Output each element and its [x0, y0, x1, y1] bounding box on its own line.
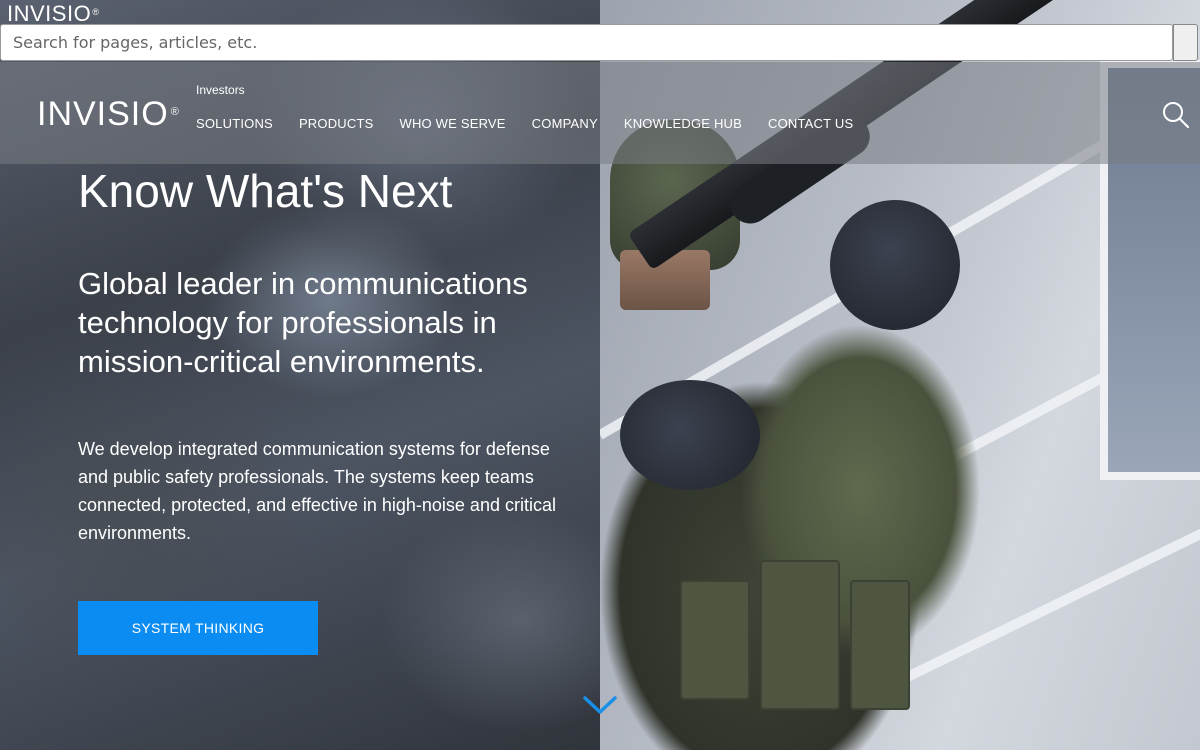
- main-navigation: SOLUTIONS PRODUCTS WHO WE SERVE COMPANY …: [196, 115, 879, 133]
- nav-item: KNOWLEDGE HUB: [624, 115, 768, 133]
- nav-link-contact-us[interactable]: CONTACT US: [768, 116, 853, 131]
- nav-item: PRODUCTS: [299, 115, 400, 133]
- nav-link-company[interactable]: COMPANY: [532, 116, 598, 131]
- hero-description: We develop integrated communication syst…: [78, 439, 556, 543]
- system-thinking-button[interactable]: SYSTEM THINKING: [78, 601, 318, 655]
- site-header: INVISIO ® Investors SOLUTIONS PRODUCTS WH…: [0, 62, 1200, 164]
- hero-subtitle: Global leader in communications technolo…: [78, 266, 528, 379]
- site-search-bar: INVISIO®: [0, 0, 1200, 62]
- vest-pouch: [760, 560, 840, 710]
- brand-logo-text: INVISIO: [37, 95, 169, 133]
- nav-link-who-we-serve[interactable]: WHO WE SERVE: [400, 116, 506, 131]
- nav-item: COMPANY: [532, 115, 624, 133]
- mini-logo[interactable]: INVISIO®: [7, 2, 99, 26]
- glove: [620, 380, 760, 490]
- vest-pouch: [680, 580, 750, 700]
- nav-item: CONTACT US: [768, 115, 879, 133]
- vest-pouch: [850, 580, 910, 710]
- registered-mark: ®: [92, 7, 100, 17]
- brand-logo[interactable]: INVISIO ®: [37, 96, 180, 132]
- nav-item: SOLUTIONS: [196, 115, 299, 133]
- search-submit-button[interactable]: [1173, 24, 1198, 61]
- mini-logo-text: INVISIO: [7, 1, 92, 26]
- search-input[interactable]: [0, 24, 1173, 61]
- search-icon[interactable]: [1162, 101, 1190, 129]
- registered-mark: ®: [170, 106, 180, 118]
- chevron-down-icon[interactable]: [582, 692, 618, 718]
- hero-section: Know What's Next Global leader in commun…: [78, 164, 598, 655]
- nav-link-investors[interactable]: Investors: [196, 83, 245, 97]
- nav-link-solutions[interactable]: SOLUTIONS: [196, 116, 273, 131]
- glove: [830, 200, 960, 330]
- nav-item: WHO WE SERVE: [400, 115, 532, 133]
- hero-title: Know What's Next: [78, 165, 453, 217]
- nav-link-products[interactable]: PRODUCTS: [299, 116, 374, 131]
- nav-link-knowledge-hub[interactable]: KNOWLEDGE HUB: [624, 116, 742, 131]
